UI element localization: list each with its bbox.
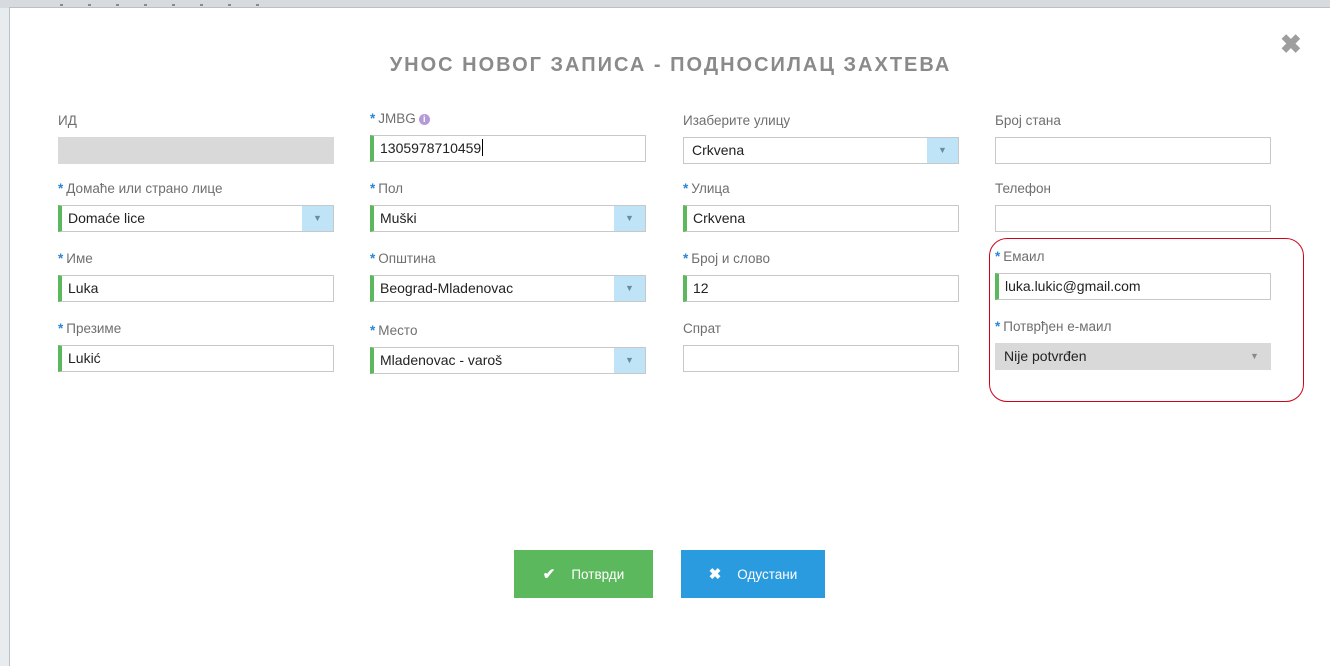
apartment-label: Број стана: [995, 113, 1061, 128]
last-name-input[interactable]: Lukić: [58, 345, 334, 372]
close-icon[interactable]: ✖: [1280, 31, 1304, 57]
jmbg-field: * JMBG i 1305978710459: [370, 110, 646, 162]
place-value: Mladenovac - varoš: [380, 352, 503, 368]
background-page-decoration: [60, 4, 260, 6]
phone-field: Телефон: [995, 180, 1271, 232]
sex-value: Muški: [380, 210, 417, 226]
jmbg-label: JMBG: [378, 111, 416, 126]
first-name-field: * Име Luka: [58, 250, 334, 302]
required-marker: *: [370, 181, 376, 196]
phone-label: Телефон: [995, 181, 1052, 196]
new-record-modal: УНОС НОВОГ ЗАПИСА - ПОДНОСИЛАЦ ЗАХТЕВА ✖…: [9, 7, 1330, 666]
required-marker: *: [683, 181, 689, 196]
house-number-field: * Број и слово 12: [683, 250, 959, 302]
municipality-label: Општина: [378, 251, 436, 266]
street-select-value: Crkvena: [692, 142, 745, 158]
cancel-button-label: Одустани: [737, 566, 798, 582]
floor-field: Спрат: [683, 320, 959, 372]
house-number-input[interactable]: 12: [683, 275, 959, 302]
required-marker: *: [58, 181, 64, 196]
id-label: ИД: [58, 113, 77, 128]
confirm-button-label: Потврди: [571, 566, 625, 582]
modal-title: УНОС НОВОГ ЗАПИСА - ПОДНОСИЛАЦ ЗАХТЕВА: [389, 54, 952, 76]
place-label: Место: [378, 323, 418, 338]
person-type-select[interactable]: Domaće lice ▼: [58, 205, 334, 232]
chevron-down-icon[interactable]: ▼: [614, 276, 645, 301]
street-field: * Улица Crkvena: [683, 180, 959, 232]
required-marker: *: [370, 323, 376, 338]
last-name-field: * Презиме Lukić: [58, 320, 334, 372]
place-select[interactable]: Mladenovac - varoš ▼: [370, 347, 646, 374]
confirm-button[interactable]: ✔ Потврди: [514, 550, 653, 598]
cancel-button[interactable]: ✖ Одустани: [681, 550, 825, 598]
person-type-field: * Домаће или страно лице Domaće lice ▼: [58, 180, 334, 232]
street-select-label: Изаберите улицу: [683, 113, 791, 128]
first-name-input[interactable]: Luka: [58, 275, 334, 302]
chevron-down-icon[interactable]: ▼: [614, 348, 645, 373]
sex-select[interactable]: Muški ▼: [370, 205, 646, 232]
required-marker: *: [370, 251, 376, 266]
jmbg-value: 1305978710459: [380, 140, 482, 156]
street-select[interactable]: Crkvena ▼: [683, 137, 959, 164]
floor-input[interactable]: [683, 345, 959, 372]
chevron-down-icon[interactable]: ▼: [614, 206, 645, 231]
id-field: ИД: [58, 112, 334, 164]
phone-input[interactable]: [995, 205, 1271, 232]
municipality-value: Beograd-Mladenovac: [380, 280, 514, 296]
text-cursor: [482, 139, 484, 156]
x-icon: ✖: [708, 566, 722, 583]
house-number-label: Број и слово: [691, 251, 770, 266]
street-label: Улица: [691, 181, 730, 196]
chevron-down-icon[interactable]: ▼: [302, 206, 333, 231]
first-name-label: Име: [66, 251, 93, 266]
id-input: [58, 137, 334, 164]
jmbg-input[interactable]: 1305978710459: [370, 135, 646, 162]
person-type-label: Домаће или страно лице: [66, 181, 223, 196]
municipality-field: * Општина Beograd-Mladenovac ▼: [370, 250, 646, 302]
email-highlight-annotation: [989, 238, 1304, 402]
place-field: * Место Mladenovac - varoš ▼: [370, 322, 646, 374]
street-input[interactable]: Crkvena: [683, 205, 959, 232]
check-icon: ✔: [542, 566, 556, 583]
info-icon[interactable]: i: [418, 114, 430, 125]
required-marker: *: [58, 251, 64, 266]
municipality-select[interactable]: Beograd-Mladenovac ▼: [370, 275, 646, 302]
sex-field: * Пол Muški ▼: [370, 180, 646, 232]
required-marker: *: [58, 321, 64, 336]
person-type-value: Domaće lice: [68, 210, 146, 226]
apartment-input[interactable]: [995, 137, 1271, 164]
floor-label: Спрат: [683, 321, 721, 336]
required-marker: *: [683, 251, 689, 266]
last-name-label: Презиме: [66, 321, 122, 336]
apartment-field: Број стана: [995, 112, 1271, 164]
sex-label: Пол: [378, 181, 404, 196]
required-marker: *: [370, 111, 376, 126]
street-select-field: Изаберите улицу Crkvena ▼: [683, 112, 959, 164]
chevron-down-icon[interactable]: ▼: [927, 138, 958, 163]
